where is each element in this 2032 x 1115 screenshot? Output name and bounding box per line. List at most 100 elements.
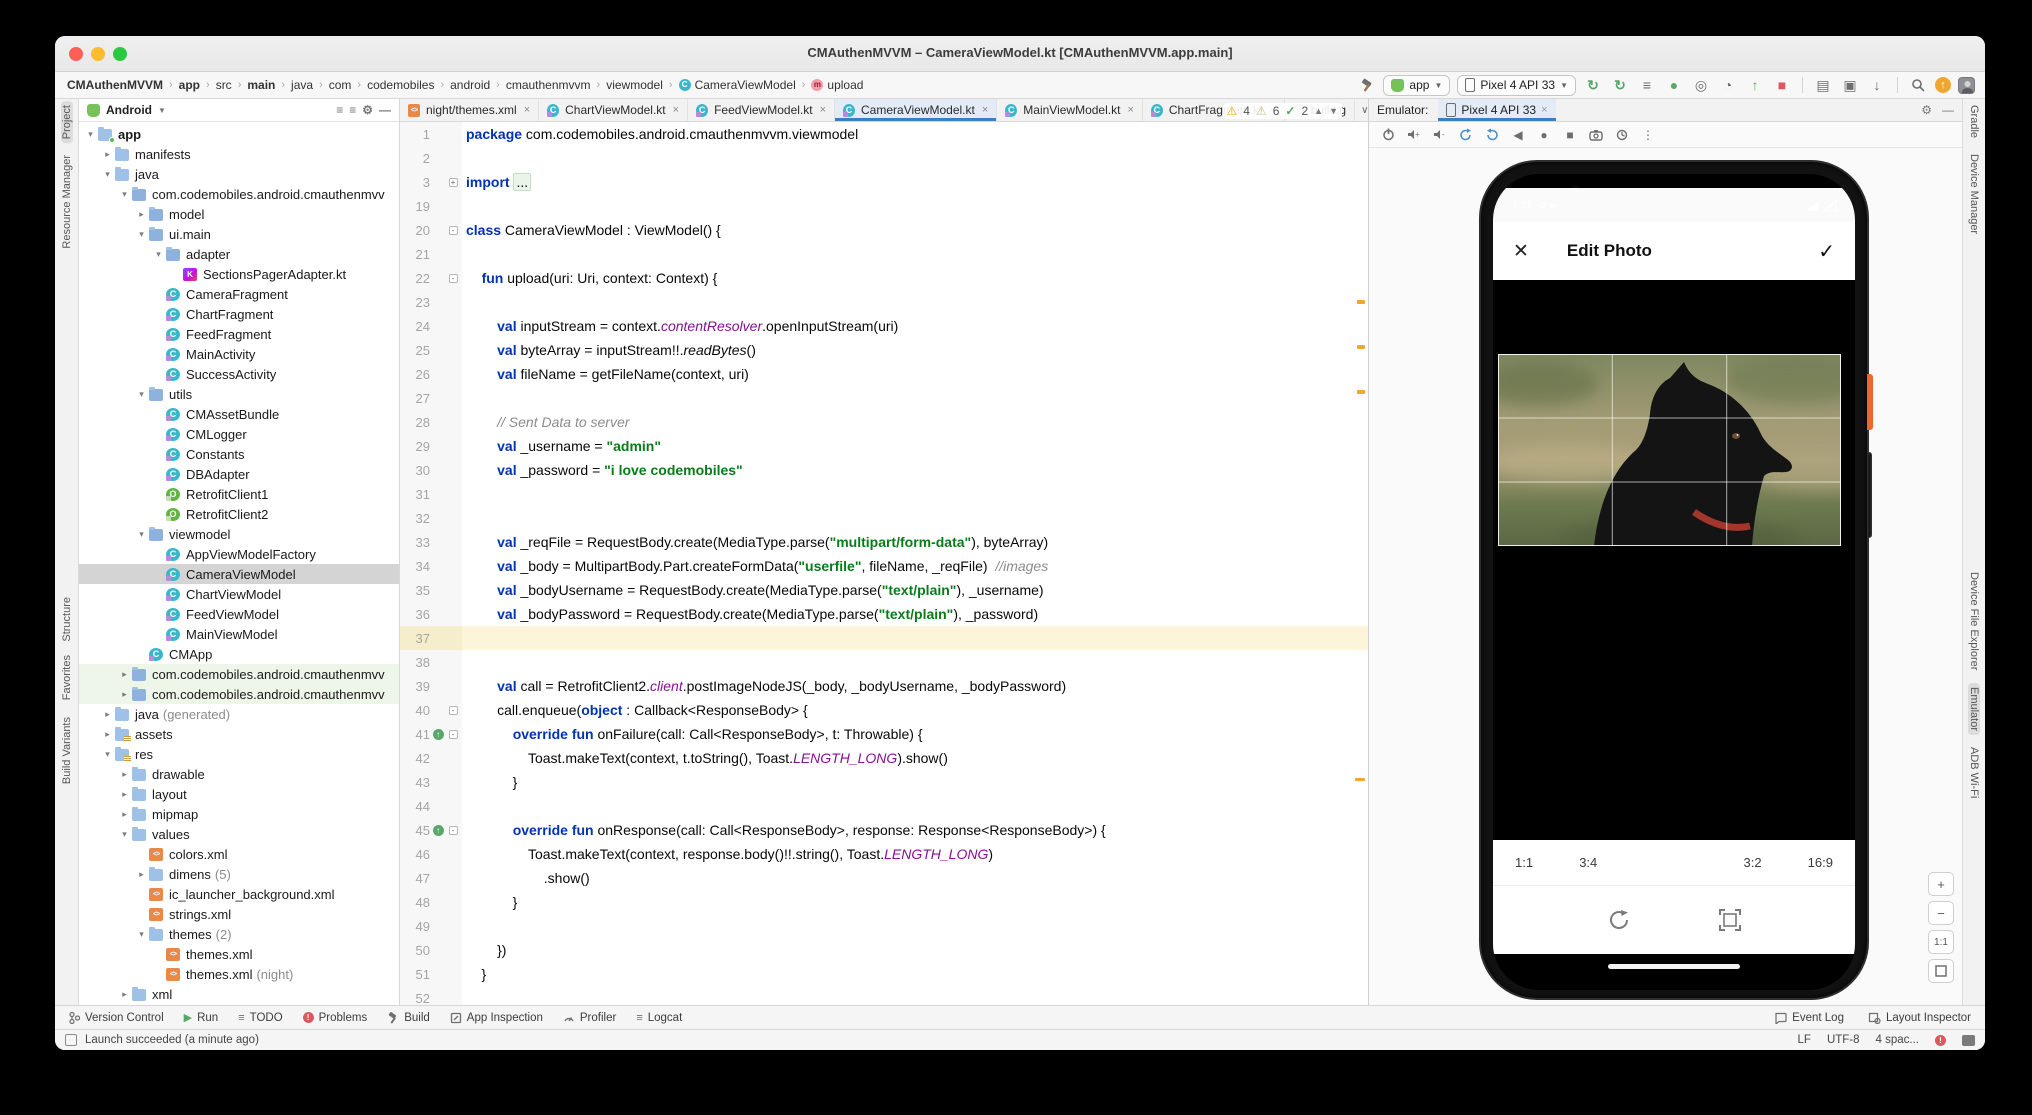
tree-item-drawable[interactable]: ▸drawable [79,764,399,784]
toolwindow-problems[interactable]: !Problems [303,1012,368,1024]
toolwindow-build[interactable]: Build [387,1012,430,1024]
emulator-device-tab[interactable]: Pixel 4 API 33 × [1438,99,1555,121]
expand-all-icon[interactable]: ≡ [336,103,343,117]
tree-chevron-icon[interactable]: ▾ [151,249,166,260]
rotate-icon[interactable] [1606,907,1632,933]
tree-chevron-icon[interactable]: ▾ [117,829,132,840]
tree-chevron-icon[interactable]: ▾ [134,929,149,940]
tree-item-viewmodel[interactable]: ▾viewmodel [79,524,399,544]
event-log-button[interactable]: Event Log [1774,1012,1844,1024]
tree-item-retrofitclient2[interactable]: ORetrofitClient2 [79,504,399,524]
tree-chevron-icon[interactable]: ▾ [83,129,98,140]
code-line-49[interactable]: 49 [400,914,1368,938]
code-line-36[interactable]: 36 val _bodyPassword = RequestBody.creat… [400,602,1368,626]
tool-stripe-adb-wifi[interactable]: ADB Wi-Fi [1968,743,1980,802]
tree-item-java[interactable]: ▾java [79,164,399,184]
tool-stripe-device-file-explorer[interactable]: Device File Explorer [1968,568,1980,674]
breadcrumb-item[interactable]: app [179,78,200,92]
fold-marker[interactable]: - [449,706,458,715]
tree-chevron-icon[interactable]: ▸ [134,209,149,220]
tree-item-retrofitclient1[interactable]: ORetrofitClient1 [79,484,399,504]
tree-item-layout[interactable]: ▸layout [79,784,399,804]
zoom-reset-button[interactable]: 1:1 [1928,930,1954,954]
apply-code-changes-icon[interactable]: ↑ [1745,75,1765,95]
tree-item-mainviewmodel[interactable]: CMainViewModel [79,624,399,644]
toolwindow-toggle-icon[interactable] [65,1034,77,1046]
search-everywhere-icon[interactable] [1908,75,1928,95]
tree-chevron-icon[interactable]: ▸ [117,989,132,1000]
volume-up-icon[interactable]: + [1403,125,1425,145]
tree-chevron-icon[interactable]: ▾ [100,749,115,760]
code-line-52[interactable]: 52 [400,986,1368,1005]
override-method-icon[interactable]: ↑ [433,825,444,836]
stop-icon[interactable]: ■ [1772,75,1792,95]
breadcrumb-item[interactable]: src [216,78,232,92]
breadcrumb-item[interactable]: cmauthenmvvm [506,78,591,92]
debug-icon[interactable]: ● [1664,75,1684,95]
error-highlight-icon[interactable]: ! [1935,1035,1946,1046]
phone-screen[interactable]: 4:31 ⚙ ▶ ✕ Edit Photo ✓ [1493,174,1855,990]
collapse-all-icon[interactable]: ≡ [349,103,356,117]
more-icon[interactable]: ⋮ [1637,125,1659,145]
tree-chevron-icon[interactable]: ▸ [117,769,132,780]
tree-item-assets[interactable]: ▸assets [79,724,399,744]
layout-inspector-icon[interactable]: ▣ [1840,75,1860,95]
fold-marker[interactable]: - [449,826,458,835]
tool-stripe-device-manager[interactable]: Device Manager [1968,150,1980,238]
breadcrumb-item[interactable]: main [247,78,275,92]
code-line-23[interactable]: 23 [400,290,1368,314]
crop-expand-icon[interactable] [1718,908,1742,932]
indent-indicator[interactable]: 4 spac... [1876,1034,1919,1046]
overview-icon[interactable]: ■ [1559,125,1581,145]
tree-item-colors-xml[interactable]: <>colors.xml [79,844,399,864]
tree-chevron-icon[interactable]: ▾ [134,529,149,540]
close-tab-icon[interactable]: × [673,104,679,116]
device-manager-icon[interactable]: ▤ [1813,75,1833,95]
tree-item-dbadapter[interactable]: CDBAdapter [79,464,399,484]
home-icon[interactable]: ● [1533,125,1555,145]
code-line-43[interactable]: 43 } [400,770,1368,794]
encoding-indicator[interactable]: UTF-8 [1827,1034,1860,1046]
tab-cameraviewmodel-kt[interactable]: CCameraViewModel.kt× [835,99,997,121]
tree-item-utils[interactable]: ▾utils [79,384,399,404]
photo-crop-preview[interactable] [1498,354,1841,546]
code-line-28[interactable]: 28 // Sent Data to server [400,410,1368,434]
code-line-27[interactable]: 27 [400,386,1368,410]
breadcrumb-item[interactable]: mupload [811,78,863,92]
volume-down-icon[interactable]: - [1429,125,1451,145]
tool-stripe-build-variants[interactable]: Build Variants [61,713,73,788]
breadcrumb-item[interactable]: com [329,78,352,92]
close-icon[interactable]: × [1541,104,1547,116]
code-line-50[interactable]: 50 }) [400,938,1368,962]
code-line-1[interactable]: 1package com.codemobiles.android.cmauthe… [400,122,1368,146]
tree-item-ui-main[interactable]: ▾ui.main [79,224,399,244]
tab-chartviewmodel-kt[interactable]: CChartViewModel.kt× [539,99,688,121]
code-line-34[interactable]: 34 val _body = MultipartBody.Part.create… [400,554,1368,578]
next-problem-icon[interactable]: ▼ [1329,106,1338,116]
tree-chevron-icon[interactable]: ▸ [100,709,115,720]
tree-item-dimens[interactable]: ▸dimens (5) [79,864,399,884]
tree-item-res[interactable]: ▾res [79,744,399,764]
snapshots-icon[interactable] [1611,125,1633,145]
avatar[interactable] [1958,77,1975,94]
tree-item-themes-xml[interactable]: <>themes.xml [79,944,399,964]
tree-item-model[interactable]: ▸model [79,204,399,224]
tree-chevron-icon[interactable]: ▸ [117,789,132,800]
tab-mainviewmodel-kt[interactable]: CMainViewModel.kt× [997,99,1143,121]
tree-chevron-icon[interactable]: ▸ [100,149,115,160]
run-configurations-icon[interactable]: ≡ [1637,75,1657,95]
tree-chevron-icon[interactable]: ▸ [100,729,115,740]
tab-feedviewmodel-kt[interactable]: CFeedViewModel.kt× [688,99,835,121]
gear-icon[interactable]: ⚙ [1921,103,1932,117]
code-line-32[interactable]: 32 [400,506,1368,530]
toolwindow-app-inspection[interactable]: App Inspection [450,1012,543,1024]
code-line-25[interactable]: 25 val byteArray = inputStream!!.readByt… [400,338,1368,362]
code-line-44[interactable]: 44 [400,794,1368,818]
toolwindow-version-control[interactable]: Version Control [69,1012,164,1024]
close-icon[interactable]: ✕ [1513,240,1529,263]
fold-marker[interactable]: + [449,178,458,187]
close-tab-icon[interactable]: × [524,104,530,116]
tree-chevron-icon[interactable]: ▸ [134,869,149,880]
code-line-26[interactable]: 26 val fileName = getFileName(context, u… [400,362,1368,386]
tree-chevron-icon[interactable]: ▸ [117,669,132,680]
